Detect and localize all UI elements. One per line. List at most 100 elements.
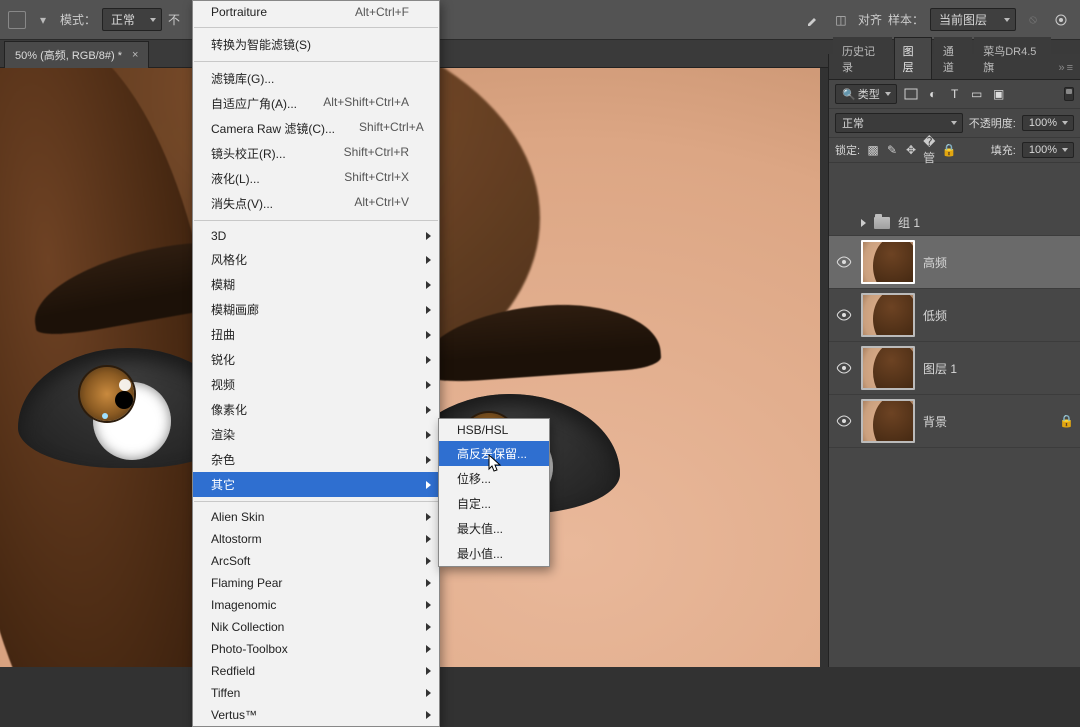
menu-item[interactable]: 3D [193,225,439,247]
visibility-icon[interactable] [835,256,853,268]
align-icon[interactable]: ◫ [830,9,852,31]
tab-history[interactable]: 历史记录 [833,37,892,79]
panel-menu-icon[interactable]: »≡ [1053,56,1080,79]
layer-thumbnail[interactable] [861,293,915,337]
filter-kind-select[interactable]: 🔍类型 [835,84,897,104]
menu-item[interactable]: 锐化 [193,347,439,372]
menu-item[interactable]: PortraitureAlt+Ctrl+F [193,1,439,23]
menu-item[interactable]: 杂色 [193,447,439,472]
menu-item[interactable]: 最小值... [439,541,549,566]
menu-item[interactable]: Tiffen [193,682,439,704]
tab-layers[interactable]: 图层 [894,37,932,79]
layer-row[interactable]: 低频 [829,289,1080,342]
lock-transparent-icon[interactable]: ▩ [866,143,880,157]
menu-item[interactable]: 消失点(V)...Alt+Ctrl+V [193,191,439,216]
tab-channels[interactable]: 通道 [934,37,972,79]
blend-row: 正常 不透明度: 100% [829,109,1080,138]
menu-item[interactable]: 风格化 [193,247,439,272]
menu-item[interactable]: Vertus™ [193,704,439,726]
fill-value[interactable]: 100% [1022,142,1074,158]
ignore-adjustment-icon: ⦸ [1022,9,1044,31]
menu-item[interactable]: ArcSoft [193,550,439,572]
layer-group-row[interactable]: 组 1 [829,210,1080,236]
filter-adjust-icon[interactable]: ◐ [925,87,941,101]
layer-blend-select[interactable]: 正常 [835,113,963,133]
menu-item[interactable]: 像素化 [193,397,439,422]
menu-item[interactable]: 视频 [193,372,439,397]
layer-row[interactable]: 图层 1 [829,342,1080,395]
layer-thumbnail[interactable] [861,346,915,390]
menu-item[interactable]: 扭曲 [193,322,439,347]
other-submenu: HSB/HSL高反差保留...位移...自定...最大值...最小值... [438,418,550,567]
layer-row[interactable]: 高频 [829,236,1080,289]
visibility-icon[interactable] [835,362,853,374]
separator [194,61,438,62]
opacity-label-truncated: 不 [168,11,180,28]
layer-row[interactable]: 背景 🔒 [829,395,1080,448]
layer-name: 背景 [923,413,947,430]
menu-item[interactable]: 自适应广角(A)...Alt+Shift+Ctrl+A [193,91,439,116]
menu-item[interactable]: 渲染 [193,422,439,447]
close-icon[interactable]: × [132,49,138,61]
lock-row: 锁定: ▩ ✎ ✥ �管 🔒 填充: 100% [829,138,1080,163]
layer-thumbnail[interactable] [861,399,915,443]
lock-all-icon[interactable]: 🔒 [942,143,956,157]
separator [194,220,438,221]
filter-shape-icon[interactable]: ▭ [969,87,985,101]
lock-brush-icon[interactable]: ✎ [885,143,899,157]
folder-icon [874,217,890,229]
pressure-size-icon[interactable] [1050,9,1072,31]
options-bar: ▾ 模式： 正常 不 ◫ 对齐 样本： 当前图层 ⦸ [0,0,1080,40]
menu-item[interactable]: Imagenomic [193,594,439,616]
menu-item[interactable]: Nik Collection [193,616,439,638]
menu-item[interactable]: Alien Skin [193,506,439,528]
lock-move-icon[interactable]: ✥ [904,143,918,157]
menu-item[interactable]: 液化(L)...Shift+Ctrl+X [193,166,439,191]
tab-extra[interactable]: 菜鸟DR4.5旗 [974,37,1051,79]
layer-list: 组 1 高频低频图层 1 背景 🔒 [829,208,1080,663]
filter-toggle[interactable] [1064,87,1074,101]
menu-item[interactable]: Redfield [193,660,439,682]
visibility-icon[interactable] [835,415,853,427]
filter-type-icon[interactable]: T [947,87,963,101]
layer-name: 低频 [923,307,947,324]
menu-item[interactable]: 转换为智能滤镜(S) [193,32,439,57]
menu-item[interactable]: Flaming Pear [193,572,439,594]
document-title: 50% (高频, RGB/8#) * [15,47,122,63]
menu-item[interactable]: Photo-Toolbox [193,638,439,660]
menu-item[interactable]: 模糊 [193,272,439,297]
lock-artboard-icon[interactable]: �管 [923,143,937,157]
blend-mode-select[interactable]: 正常 [102,8,162,31]
panel-tabs: 历史记录 图层 通道 菜鸟DR4.5旗 »≡ [829,54,1080,80]
filter-pixel-icon[interactable] [903,87,919,101]
chevron-down-icon[interactable]: ▾ [32,9,54,31]
lock-label: 锁定: [835,142,860,158]
separator [194,501,438,502]
menu-item[interactable]: HSB/HSL [439,419,549,441]
visibility-icon[interactable] [835,309,853,321]
menu-item[interactable]: Camera Raw 滤镜(C)...Shift+Ctrl+A [193,116,439,141]
layer-name: 图层 1 [923,360,957,377]
menu-item[interactable]: 其它 [193,472,439,497]
mode-label: 模式： [60,11,96,28]
disclosure-icon[interactable] [861,219,866,227]
document-tab[interactable]: 50% (高频, RGB/8#) * × [4,41,149,68]
layer-thumbnail[interactable] [861,240,915,284]
menu-item[interactable]: Altostorm [193,528,439,550]
lock-icon: 🔒 [1059,414,1074,428]
menu-item[interactable]: 滤镜库(G)... [193,66,439,91]
sample-label: 样本： [888,11,924,28]
filter-smart-icon[interactable]: ▣ [991,87,1007,101]
menu-item[interactable]: 最大值... [439,516,549,541]
foreground-swatch[interactable] [8,11,26,29]
opacity-value[interactable]: 100% [1022,115,1074,131]
filter-menu: PortraitureAlt+Ctrl+F 转换为智能滤镜(S) 滤镜库(G)...… [192,0,440,727]
align-label: 对齐 [858,11,882,28]
menu-item[interactable]: 模糊画廊 [193,297,439,322]
menu-item[interactable]: 自定... [439,491,549,516]
sample-select[interactable]: 当前图层 [930,8,1016,31]
group-name: 组 1 [898,214,920,231]
airbrush-icon[interactable] [802,9,824,31]
panels-column: 历史记录 图层 通道 菜鸟DR4.5旗 »≡ 🔍类型 ◐ T ▭ ▣ 正常 不透… [828,54,1080,667]
menu-item[interactable]: 镜头校正(R)...Shift+Ctrl+R [193,141,439,166]
